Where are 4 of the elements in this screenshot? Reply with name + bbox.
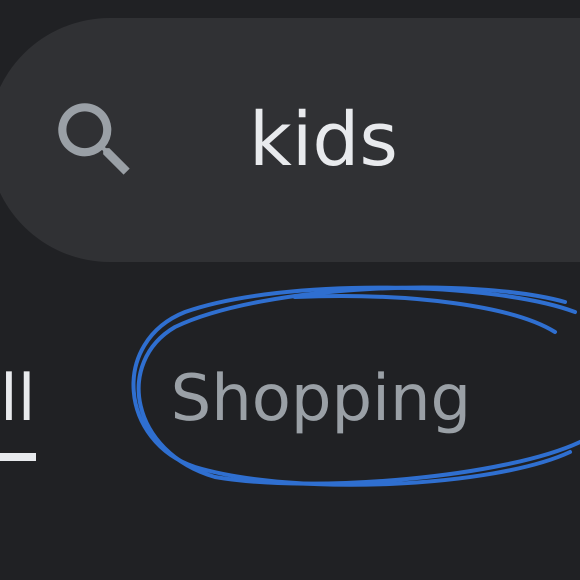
tab[interactable]: ll	[0, 367, 36, 461]
search-query: kids	[249, 103, 398, 177]
search-bar[interactable]: kids	[0, 18, 580, 262]
tab[interactable]: Shopping	[170, 367, 472, 461]
